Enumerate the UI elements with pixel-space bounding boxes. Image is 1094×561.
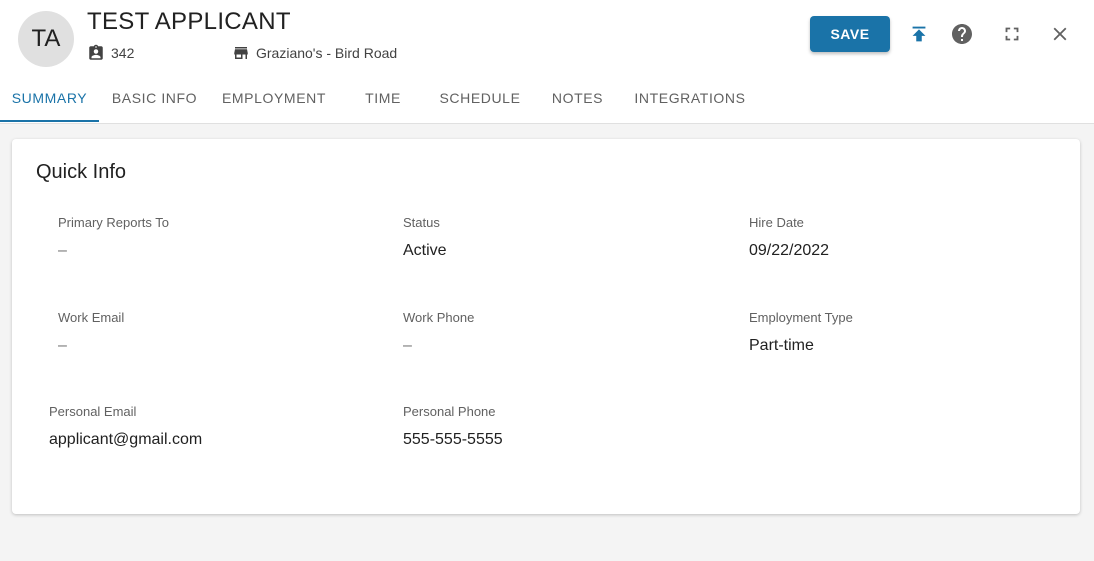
- field-personal-email: Personal Email applicant@gmail.com: [49, 404, 202, 449]
- field-value: –: [58, 242, 67, 259]
- card-title: Quick Info: [36, 161, 127, 183]
- upload-icon[interactable]: [907, 22, 931, 46]
- field-status: Status Active: [403, 215, 447, 260]
- field-value: Part-time: [749, 337, 814, 354]
- field-label: Employment Type: [749, 310, 853, 325]
- tab-integrations[interactable]: INTEGRATIONS: [630, 76, 750, 120]
- employee-location: Graziano's - Bird Road: [232, 44, 397, 62]
- field-label: Status: [403, 215, 440, 230]
- field-label: Personal Email: [49, 404, 137, 419]
- field-value: –: [403, 337, 412, 354]
- tab-bar: SUMMARY BASIC INFO EMPLOYMENT TIME SCHED…: [0, 76, 1094, 122]
- tab-basic-info[interactable]: BASIC INFO: [104, 76, 205, 120]
- field-value: 09/22/2022: [749, 242, 830, 259]
- fullscreen-icon[interactable]: [1000, 22, 1024, 46]
- tab-summary[interactable]: SUMMARY: [0, 76, 99, 122]
- field-work-phone: Work Phone –: [403, 310, 474, 355]
- avatar-initials: TA: [31, 25, 61, 52]
- field-primary-reports-to: Primary Reports To –: [58, 215, 169, 260]
- close-icon[interactable]: [1048, 22, 1072, 46]
- tab-employment[interactable]: EMPLOYMENT: [214, 76, 334, 120]
- contact-badge-icon: [89, 44, 103, 60]
- employee-id-text: 342: [111, 45, 135, 61]
- field-personal-phone: Personal Phone 555-555-5555: [403, 404, 503, 449]
- field-value: Active: [403, 242, 447, 259]
- quick-info-card: Quick Info Primary Reports To – Status A…: [12, 139, 1080, 514]
- tab-time[interactable]: TIME: [348, 76, 418, 120]
- field-value: applicant@gmail.com: [49, 431, 203, 448]
- field-label: Hire Date: [749, 215, 804, 230]
- field-work-email: Work Email –: [58, 310, 124, 355]
- field-label: Primary Reports To: [58, 215, 170, 230]
- field-hire-date: Hire Date 09/22/2022: [749, 215, 829, 260]
- save-button[interactable]: SAVE: [810, 16, 890, 52]
- store-icon: [234, 47, 248, 59]
- field-label: Personal Phone: [403, 404, 496, 419]
- employee-location-text: Graziano's - Bird Road: [256, 45, 398, 61]
- tab-schedule[interactable]: SCHEDULE: [434, 76, 526, 120]
- employee-name: TEST APPLICANT: [87, 8, 291, 35]
- field-value: 555-555-5555: [403, 431, 503, 448]
- employee-id: 342: [87, 44, 134, 62]
- field-employment-type: Employment Type Part-time: [749, 310, 853, 355]
- tab-notes[interactable]: NOTES: [544, 76, 611, 120]
- field-label: Work Phone: [403, 310, 475, 325]
- employee-header: TA TEST APPLICANT 342 Graziano's - Bird …: [0, 0, 1094, 124]
- help-icon[interactable]: [950, 22, 974, 46]
- avatar: TA: [18, 11, 74, 67]
- field-value: –: [58, 337, 67, 354]
- field-label: Work Email: [58, 310, 125, 325]
